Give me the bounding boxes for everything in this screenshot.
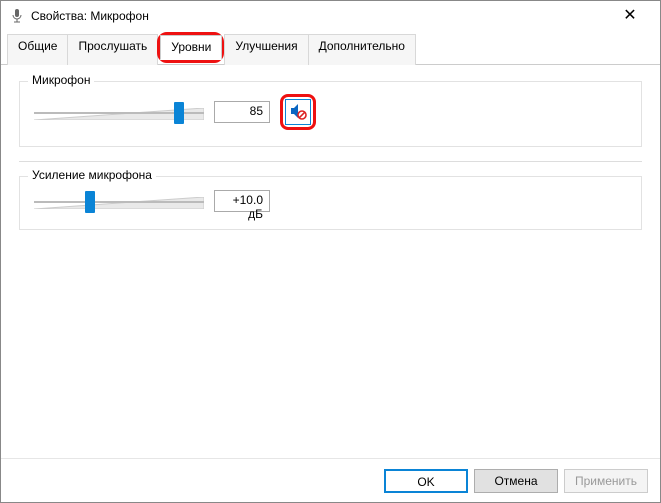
apply-button[interactable]: Применить (564, 469, 648, 493)
tab-listen[interactable]: Прослушать (67, 34, 158, 65)
tab-enhancements[interactable]: Улучшения (224, 34, 308, 65)
window-title: Свойства: Микрофон (31, 9, 608, 23)
mic-level-group: Микрофон 85 (19, 81, 642, 147)
boost-level-value[interactable]: +10.0 дБ (214, 190, 270, 212)
annotation-highlight-mute (280, 94, 316, 130)
cancel-button[interactable]: Отмена (474, 469, 558, 493)
tab-content: Микрофон 85 Усиление ми (1, 65, 660, 260)
tab-strip: Общие Прослушать Уровни Улучшения Дополн… (1, 31, 660, 65)
speaker-muted-icon (289, 102, 307, 123)
dialog-footer: OK Отмена Применить (1, 458, 660, 502)
ok-button[interactable]: OK (384, 469, 468, 493)
tab-advanced[interactable]: Дополнительно (308, 34, 416, 65)
microphone-icon (9, 8, 25, 24)
mic-level-value[interactable]: 85 (214, 101, 270, 123)
mic-group-title: Микрофон (28, 73, 94, 87)
annotation-highlight-tab: Уровни (157, 32, 224, 63)
boost-level-slider[interactable] (34, 189, 204, 213)
boost-group-title: Усиление микрофона (28, 168, 156, 182)
separator (19, 161, 642, 162)
slider-ramp-icon (34, 197, 204, 209)
titlebar: Свойства: Микрофон ✕ (1, 1, 660, 31)
tab-levels[interactable]: Уровни (160, 35, 222, 60)
boost-level-group: Усиление микрофона +10.0 дБ (19, 176, 642, 230)
mic-level-slider[interactable] (34, 100, 204, 124)
mic-mute-button[interactable] (285, 99, 311, 125)
tab-general[interactable]: Общие (7, 34, 68, 65)
properties-dialog: Свойства: Микрофон ✕ Общие Прослушать Ур… (0, 0, 661, 503)
close-button[interactable]: ✕ (608, 2, 652, 30)
